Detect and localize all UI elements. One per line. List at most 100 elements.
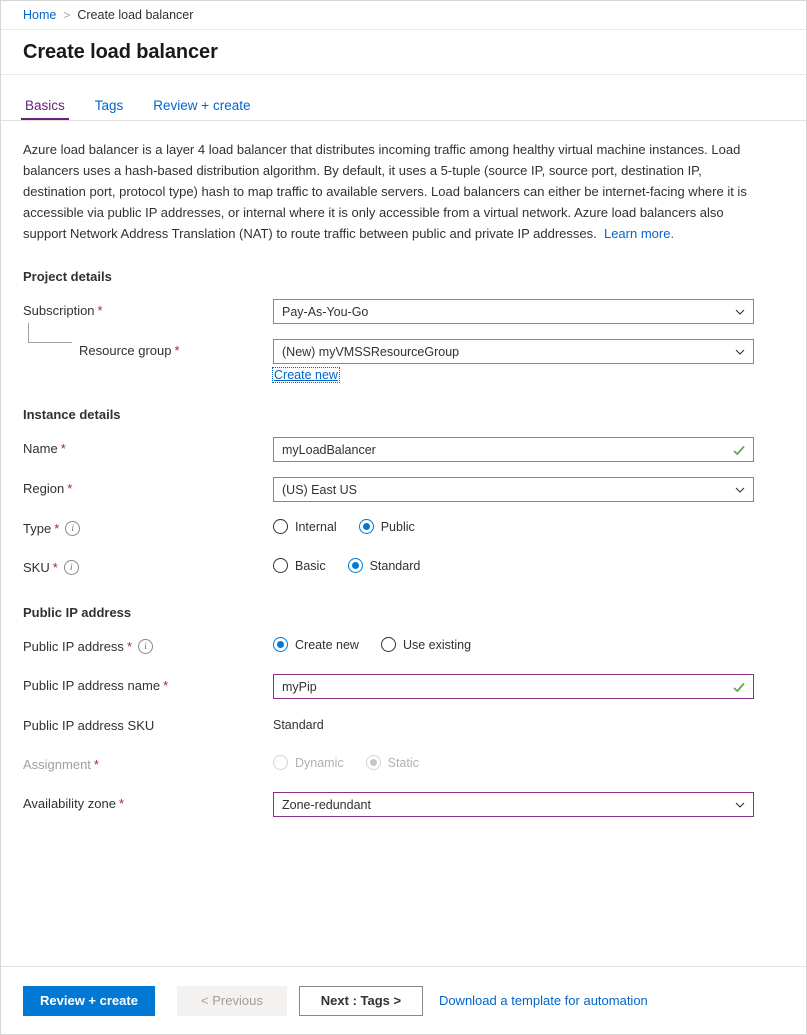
radio-icon xyxy=(273,755,288,770)
public-ip-address-sku-label: Public IP address SKU xyxy=(23,714,273,733)
required-asterisk: * xyxy=(118,796,125,811)
title-bar: Create load balancer xyxy=(1,30,806,75)
type-option-internal-label: Internal xyxy=(295,519,337,534)
public-ip-address-name-input[interactable]: myPip xyxy=(273,674,754,699)
sku-label-text: SKU xyxy=(23,560,50,575)
public-ip-option-use-existing[interactable]: Use existing xyxy=(380,637,472,652)
public-ip-address-name-value: myPip xyxy=(282,679,317,694)
row-public-ip-address: Public IP address * i Create new Use exi… xyxy=(23,635,784,659)
availability-zone-dropdown[interactable]: Zone-redundant xyxy=(273,792,754,817)
row-subscription: Subscription * Pay-As-You-Go xyxy=(23,299,784,324)
type-option-internal[interactable]: Internal xyxy=(273,519,337,534)
tab-bar: Basics Tags Review + create xyxy=(1,75,806,121)
create-new-resource-group-link[interactable]: Create new xyxy=(272,367,340,383)
public-ip-address-name-label-text: Public IP address name xyxy=(23,678,161,693)
tab-review-create[interactable]: Review + create xyxy=(151,98,252,120)
assignment-option-dynamic: Dynamic xyxy=(273,755,344,770)
tree-connector-icon xyxy=(28,323,72,343)
form-content: Azure load balancer is a layer 4 load ba… xyxy=(1,121,806,966)
valid-check-icon xyxy=(733,445,745,455)
learn-more-link[interactable]: Learn more. xyxy=(604,226,674,241)
subscription-field: Pay-As-You-Go xyxy=(273,299,784,324)
public-ip-option-create-new[interactable]: Create new xyxy=(273,637,359,652)
info-icon[interactable]: i xyxy=(65,521,81,536)
type-label: Type * i xyxy=(23,517,273,536)
chevron-down-icon xyxy=(735,800,745,809)
public-ip-option-use-existing-label: Use existing xyxy=(402,637,472,652)
required-asterisk: * xyxy=(126,639,132,654)
footer-action-bar: Review + create < Previous Next : Tags >… xyxy=(1,966,806,1034)
sku-label: SKU * i xyxy=(23,556,273,575)
radio-icon xyxy=(380,637,396,652)
breadcrumb-home-link[interactable]: Home xyxy=(23,8,56,22)
resource-group-value: (New) myVMSSResourceGroup xyxy=(282,344,460,359)
public-ip-address-label: Public IP address * i xyxy=(23,635,273,654)
name-input[interactable]: myLoadBalancer xyxy=(273,437,754,462)
name-value: myLoadBalancer xyxy=(282,442,376,457)
resource-group-field: (New) myVMSSResourceGroup Create new xyxy=(272,339,784,383)
info-icon[interactable]: i xyxy=(63,560,79,575)
required-asterisk: * xyxy=(174,343,180,358)
sku-option-standard[interactable]: Standard xyxy=(347,558,420,573)
tab-tags[interactable]: Tags xyxy=(93,98,126,120)
region-value: (US) East US xyxy=(282,482,358,497)
region-label: Region * xyxy=(23,477,273,496)
public-ip-address-sku-value: Standard xyxy=(273,718,324,732)
review-create-button[interactable]: Review + create xyxy=(23,985,155,1016)
sku-option-basic-label: Basic xyxy=(295,558,326,573)
section-public-ip-address: Public IP address xyxy=(23,605,132,620)
resource-group-label: Resource group * xyxy=(23,323,273,358)
radio-icon-selected xyxy=(365,755,381,770)
row-region: Region * (US) East US xyxy=(23,477,784,502)
required-asterisk: * xyxy=(67,481,73,496)
assignment-field: Dynamic Static xyxy=(273,753,784,770)
region-field: (US) East US xyxy=(273,477,784,502)
row-sku: SKU * i Basic Standard xyxy=(23,556,784,580)
sku-field: Basic Standard xyxy=(273,556,784,573)
type-option-public[interactable]: Public xyxy=(358,519,415,534)
required-asterisk: * xyxy=(93,757,99,772)
region-dropdown[interactable]: (US) East US xyxy=(273,477,754,502)
public-ip-radio-group: Create new Use existing xyxy=(273,635,784,652)
row-public-ip-address-name: Public IP address name * myPip xyxy=(23,674,784,699)
subscription-label: Subscription * xyxy=(23,299,273,318)
row-availability-zone: Availability zone * Zone-redundant xyxy=(23,792,784,817)
radio-icon-selected xyxy=(347,558,363,573)
name-label-text: Name xyxy=(23,441,58,456)
public-ip-address-name-label: Public IP address name * xyxy=(23,674,273,693)
assignment-option-static-label: Static xyxy=(387,755,419,770)
sku-radio-group: Basic Standard xyxy=(273,556,784,573)
subscription-dropdown[interactable]: Pay-As-You-Go xyxy=(273,299,754,324)
next-tags-button[interactable]: Next : Tags > xyxy=(298,985,423,1016)
row-name: Name * myLoadBalancer xyxy=(23,437,784,462)
assignment-option-static: Static xyxy=(365,755,419,770)
public-ip-address-name-field: myPip xyxy=(273,674,784,699)
public-ip-address-sku-label-text: Public IP address SKU xyxy=(23,718,155,733)
availability-zone-value: Zone-redundant xyxy=(282,797,371,812)
type-radio-group: Internal Public xyxy=(273,517,784,534)
radio-icon-selected xyxy=(273,637,288,652)
resource-group-dropdown[interactable]: (New) myVMSSResourceGroup xyxy=(273,339,754,364)
public-ip-address-field: Create new Use existing xyxy=(273,635,784,652)
radio-icon xyxy=(273,558,288,573)
intro-paragraph: Azure load balancer is a layer 4 load ba… xyxy=(23,139,756,244)
sku-option-basic[interactable]: Basic xyxy=(273,558,326,573)
assignment-option-dynamic-label: Dynamic xyxy=(295,755,344,770)
availability-zone-field: Zone-redundant xyxy=(273,792,784,817)
previous-button: < Previous xyxy=(176,985,287,1016)
assignment-radio-group: Dynamic Static xyxy=(273,753,784,770)
info-icon[interactable]: i xyxy=(138,639,153,654)
chevron-down-icon xyxy=(735,347,745,356)
name-label: Name * xyxy=(23,437,273,456)
chevron-down-icon xyxy=(735,307,745,316)
download-template-link[interactable]: Download a template for automation xyxy=(439,993,648,1008)
tab-basics[interactable]: Basics xyxy=(21,98,69,120)
availability-zone-label: Availability zone * xyxy=(23,792,273,811)
name-field: myLoadBalancer xyxy=(273,437,784,462)
breadcrumb-current: Create load balancer xyxy=(77,8,194,22)
row-type: Type * i Internal Public xyxy=(23,517,784,541)
required-asterisk: * xyxy=(163,678,169,693)
subscription-value: Pay-As-You-Go xyxy=(282,304,369,319)
subscription-label-text: Subscription xyxy=(23,303,95,318)
row-public-ip-address-sku: Public IP address SKU Standard xyxy=(23,714,784,738)
